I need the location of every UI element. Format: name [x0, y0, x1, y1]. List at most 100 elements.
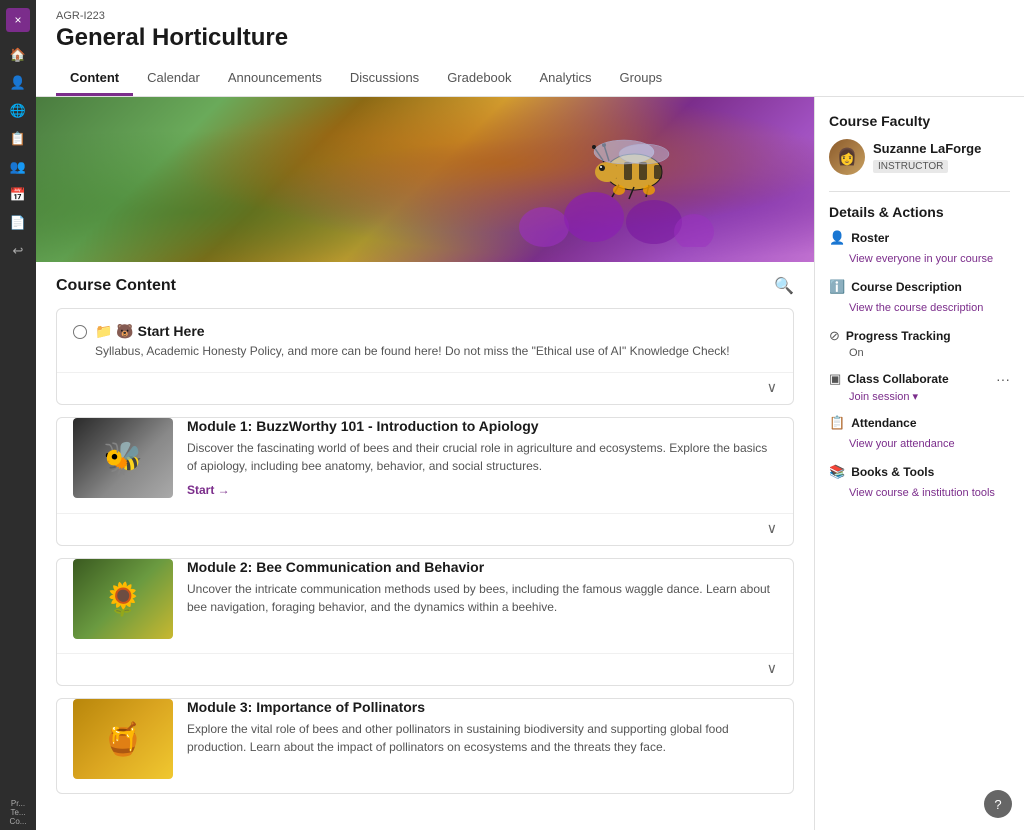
home-icon[interactable]: 🏠: [7, 44, 29, 66]
module-1-desc: Discover the fascinating world of bees a…: [187, 439, 777, 475]
module-2-text: Module 2: Bee Communication and Behavior…: [187, 559, 777, 639]
books-tools-label: Books & Tools: [851, 465, 934, 479]
left-sidebar: × 🏠 👤 🌐 📋 👥 📅 📄 ↩ Pr...Te...Co...: [0, 0, 36, 830]
tab-discussions[interactable]: Discussions: [336, 62, 433, 96]
hero-image: [36, 97, 814, 262]
module-1-body: Module 1: BuzzWorthy 101 - Introduction …: [57, 418, 793, 513]
back-icon[interactable]: ↩: [7, 240, 29, 262]
close-button[interactable]: ×: [6, 8, 30, 32]
module-3-body: Module 3: Importance of Pollinators Expl…: [57, 699, 793, 793]
content-search-button[interactable]: 🔍: [774, 276, 794, 296]
roster-icon: 👤: [829, 230, 845, 246]
faculty-role: INSTRUCTOR: [873, 160, 948, 173]
module-1-text: Module 1: BuzzWorthy 101 - Introduction …: [187, 418, 777, 499]
progress-tracking-header: ⊘ Progress Tracking: [829, 328, 1010, 344]
faculty-avatar: 👩: [829, 139, 865, 175]
module-1-chevron-icon[interactable]: ∨: [767, 520, 777, 537]
start-here-card: 📁 🐻 Start Here Syllabus, Academic Honest…: [56, 308, 794, 405]
module-2-card: Module 2: Bee Communication and Behavior…: [56, 558, 794, 686]
faculty-info: Suzanne LaForge INSTRUCTOR: [873, 141, 981, 174]
attendance-header: 📋 Attendance: [829, 415, 1010, 431]
module-2-chevron-icon[interactable]: ∨: [767, 660, 777, 677]
description-icon: ℹ️: [829, 279, 845, 295]
main-column: Course Content 🔍 📁 🐻 Start Here Syllabus…: [36, 97, 814, 830]
file-icon[interactable]: 📄: [7, 212, 29, 234]
details-section-title: Details & Actions: [829, 204, 1010, 220]
progress-tracking-value: On: [829, 347, 1010, 359]
globe-icon[interactable]: 🌐: [7, 100, 29, 122]
description-link[interactable]: View the course description: [829, 302, 983, 314]
collaborate-label-group: ▣ Class Collaborate: [829, 371, 949, 387]
attendance-icon: 📋: [829, 415, 845, 431]
start-here-toggle: ∨: [57, 372, 793, 404]
attendance-link[interactable]: View your attendance: [829, 438, 955, 450]
module-3-name: Module 3: Importance of Pollinators: [187, 699, 777, 715]
module-2-toggle: ∨: [57, 653, 793, 685]
module-3-card: Module 3: Importance of Pollinators Expl…: [56, 698, 794, 794]
course-title: General Horticulture: [56, 24, 1004, 52]
help-button[interactable]: ?: [984, 790, 1012, 818]
tab-analytics[interactable]: Analytics: [526, 62, 606, 96]
module-3-thumbnail: [73, 699, 173, 779]
calendar-icon[interactable]: 📅: [7, 184, 29, 206]
books-icon: 📚: [829, 464, 845, 480]
class-collaborate-item: ▣ Class Collaborate ··· Join session ▾: [829, 371, 1010, 403]
module-3-desc: Explore the vital role of bees and other…: [187, 720, 777, 756]
books-tools-link[interactable]: View course & institution tools: [829, 487, 995, 499]
join-session-link[interactable]: Join session ▾: [829, 390, 1010, 403]
tab-content[interactable]: Content: [56, 62, 133, 96]
faculty-name: Suzanne LaForge: [873, 141, 981, 156]
progress-icon: ⊘: [829, 328, 840, 344]
collaborate-more-button[interactable]: ···: [996, 371, 1010, 387]
tab-groups[interactable]: Groups: [606, 62, 677, 96]
faculty-section-title: Course Faculty: [829, 113, 1010, 129]
tab-gradebook[interactable]: Gradebook: [433, 62, 525, 96]
course-description-item: ℹ️ Course Description View the course de…: [829, 279, 1010, 316]
start-here-radio[interactable]: [73, 325, 87, 339]
module-2-name: Module 2: Bee Communication and Behavior: [187, 559, 777, 575]
course-code: AGR-I223: [56, 10, 1004, 22]
module-1-thumbnail: [73, 418, 173, 498]
attendance-item: 📋 Attendance View your attendance: [829, 415, 1010, 452]
module-1-name: Module 1: BuzzWorthy 101 - Introduction …: [187, 418, 777, 434]
module-1-card: Module 1: BuzzWorthy 101 - Introduction …: [56, 417, 794, 546]
collaborate-icon: ▣: [829, 371, 841, 387]
tab-calendar[interactable]: Calendar: [133, 62, 214, 96]
module-2-body: Module 2: Bee Communication and Behavior…: [57, 559, 793, 653]
description-label: Course Description: [851, 280, 962, 294]
module-1-start-link[interactable]: Start →: [187, 483, 230, 497]
start-here-content: 📁 🐻 Start Here Syllabus, Academic Honest…: [95, 323, 777, 358]
attendance-label: Attendance: [851, 416, 916, 430]
details-section: Details & Actions 👤 Roster View everyone…: [829, 191, 1010, 501]
books-tools-header: 📚 Books & Tools: [829, 464, 1010, 480]
hero-bee-svg: [514, 117, 714, 247]
roster-header: 👤 Roster: [829, 230, 1010, 246]
nav-tabs: Content Calendar Announcements Discussio…: [56, 62, 1004, 96]
module-1-toggle: ∨: [57, 513, 793, 545]
sidebar-bottom-hint: Pr...Te...Co...: [0, 795, 36, 830]
page-header: AGR-I223 General Horticulture Content Ca…: [36, 0, 1024, 97]
module-3-text: Module 3: Importance of Pollinators Expl…: [187, 699, 777, 779]
group-icon[interactable]: 👥: [7, 156, 29, 178]
start-here-title: 📁 🐻 Start Here: [95, 323, 777, 340]
start-here-inner: 📁 🐻 Start Here Syllabus, Academic Honest…: [57, 309, 793, 372]
module-2-desc: Uncover the intricate communication meth…: [187, 580, 777, 616]
progress-tracking-item: ⊘ Progress Tracking On: [829, 328, 1010, 359]
books-tools-item: 📚 Books & Tools View course & institutio…: [829, 464, 1010, 501]
collaborate-header: ▣ Class Collaborate ···: [829, 371, 1010, 387]
course-content-section: Course Content 🔍 📁 🐻 Start Here Syllabus…: [36, 262, 814, 820]
content-area: Course Content 🔍 📁 🐻 Start Here Syllabus…: [36, 97, 1024, 830]
join-session-chevron-icon: ▾: [913, 390, 919, 403]
tab-announcements[interactable]: Announcements: [214, 62, 336, 96]
module-2-thumbnail: [73, 559, 173, 639]
roster-link[interactable]: View everyone in your course: [829, 253, 993, 265]
main-content: AGR-I223 General Horticulture Content Ca…: [36, 0, 1024, 830]
start-here-desc: Syllabus, Academic Honesty Policy, and m…: [95, 344, 777, 358]
start-here-chevron-icon[interactable]: ∨: [767, 379, 777, 396]
course-description-header: ℹ️ Course Description: [829, 279, 1010, 295]
collaborate-label: Class Collaborate: [847, 372, 948, 386]
document-icon[interactable]: 📋: [7, 128, 29, 150]
faculty-card: 👩 Suzanne LaForge INSTRUCTOR: [829, 139, 1010, 175]
section-header: Course Content 🔍: [56, 276, 794, 296]
user-icon[interactable]: 👤: [7, 72, 29, 94]
